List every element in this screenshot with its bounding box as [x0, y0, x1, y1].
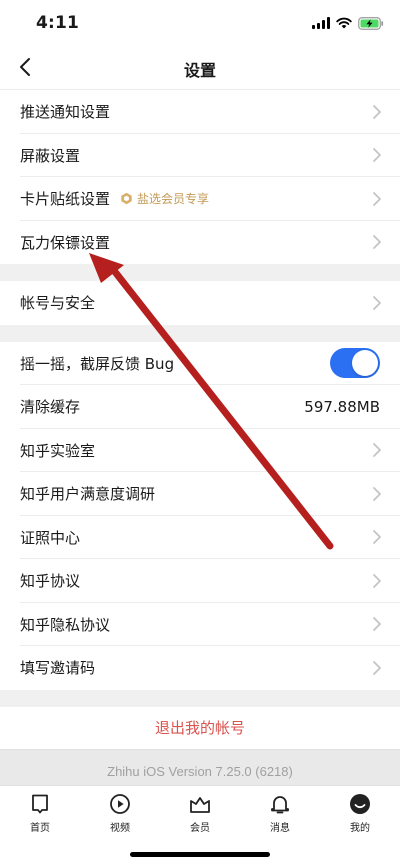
tab-video[interactable]: 视频: [80, 792, 160, 834]
logout-button[interactable]: 退出我的帐号: [0, 706, 400, 750]
vip-badge-label: 盐选会员专享: [137, 192, 210, 207]
tab-profile[interactable]: 我的: [320, 792, 400, 834]
chevron-right-icon: [373, 443, 381, 458]
chevron-right-icon: [373, 660, 381, 675]
settings-item-label: 清除缓存: [20, 398, 81, 417]
battery-charging-icon: [358, 16, 384, 30]
bell-icon: [271, 796, 289, 814]
chevron-right-icon: [373, 104, 381, 119]
vip-hexagon-icon: [121, 192, 132, 205]
signal-icon: [312, 17, 330, 29]
settings-item-label: 知乎隐私协议: [20, 615, 111, 634]
tab-messages[interactable]: 消息: [240, 792, 320, 834]
settings-item-label: 知乎用户满意度调研: [20, 485, 156, 504]
settings-item-label: 证照中心: [20, 528, 81, 547]
profile-icon: [350, 794, 370, 814]
tab-label: 首页: [30, 823, 50, 834]
settings-item-invite-code[interactable]: 填写邀请码: [0, 646, 400, 690]
tab-home[interactable]: 首页: [0, 792, 80, 834]
wifi-icon: [336, 17, 352, 29]
chevron-right-icon: [373, 148, 381, 163]
settings-item-account-security[interactable]: 帐号与安全: [0, 281, 400, 325]
cache-size-value: 597.88MB: [304, 397, 380, 416]
chevron-right-icon: [373, 573, 381, 588]
settings-item-push-notifications[interactable]: 推送通知设置: [0, 90, 400, 134]
chevron-right-icon: [373, 530, 381, 545]
home-indicator: [130, 852, 270, 857]
settings-item-block[interactable]: 屏蔽设置: [0, 133, 400, 177]
status-icons: [312, 15, 384, 31]
settings-item-shake-feedback: 摇一摇，截屏反馈 Bug: [0, 341, 400, 385]
settings-item-lab[interactable]: 知乎实验室: [0, 428, 400, 472]
settings-item-label: 帐号与安全: [20, 294, 96, 313]
chevron-right-icon: [373, 191, 381, 206]
section-gap: [0, 689, 400, 707]
settings-item-label: 卡片贴纸设置: [20, 190, 111, 209]
settings-item-label: 推送通知设置: [20, 103, 111, 122]
settings-item-label: 知乎实验室: [20, 441, 96, 460]
chevron-right-icon: [373, 295, 381, 310]
settings-item-clear-cache[interactable]: 清除缓存 597.88MB: [0, 385, 400, 429]
settings-item-satisfaction-survey[interactable]: 知乎用户满意度调研: [0, 472, 400, 516]
tab-label: 消息: [270, 823, 290, 834]
section-gap: [0, 264, 400, 281]
vip-badge: 盐选会员专享: [120, 190, 209, 207]
chevron-right-icon: [373, 617, 381, 632]
settings-item-license-center[interactable]: 证照中心: [0, 515, 400, 559]
settings-item-wali-guard[interactable]: 瓦力保镖设置: [0, 220, 400, 264]
settings-item-privacy-agreement[interactable]: 知乎隐私协议: [0, 602, 400, 646]
status-bar: 4:11: [0, 0, 400, 46]
settings-item-card-stickers[interactable]: 卡片贴纸设置 盐选会员专享: [0, 177, 400, 221]
tab-vip[interactable]: 会员: [160, 792, 240, 834]
settings-item-agreement[interactable]: 知乎协议: [0, 559, 400, 603]
chevron-right-icon: [373, 486, 381, 501]
chevron-right-icon: [373, 235, 381, 250]
settings-item-label: 填写邀请码: [20, 659, 96, 678]
tab-label: 视频: [110, 823, 130, 834]
home-icon: [32, 794, 48, 814]
section-gap: [0, 324, 400, 342]
shake-feedback-toggle[interactable]: [330, 348, 380, 379]
video-icon: [110, 794, 130, 814]
settings-item-label: 瓦力保镖设置: [20, 233, 111, 252]
settings-item-label: 屏蔽设置: [20, 146, 81, 165]
toggle-knob: [352, 350, 378, 377]
settings-item-label: 摇一摇，截屏反馈 Bug: [20, 354, 175, 373]
tab-label: 会员: [190, 823, 210, 834]
tab-label: 我的: [350, 823, 370, 834]
nav-bar: 设置: [0, 46, 400, 90]
page-title: 设置: [183, 61, 216, 80]
status-time: 4:11: [36, 13, 80, 33]
settings-list: 推送通知设置 屏蔽设置 卡片贴纸设置 盐选会员专享 瓦力保镖设置 帐号与安全 摇…: [0, 90, 400, 793]
settings-item-label: 知乎协议: [20, 572, 81, 591]
vip-icon: [190, 797, 210, 813]
